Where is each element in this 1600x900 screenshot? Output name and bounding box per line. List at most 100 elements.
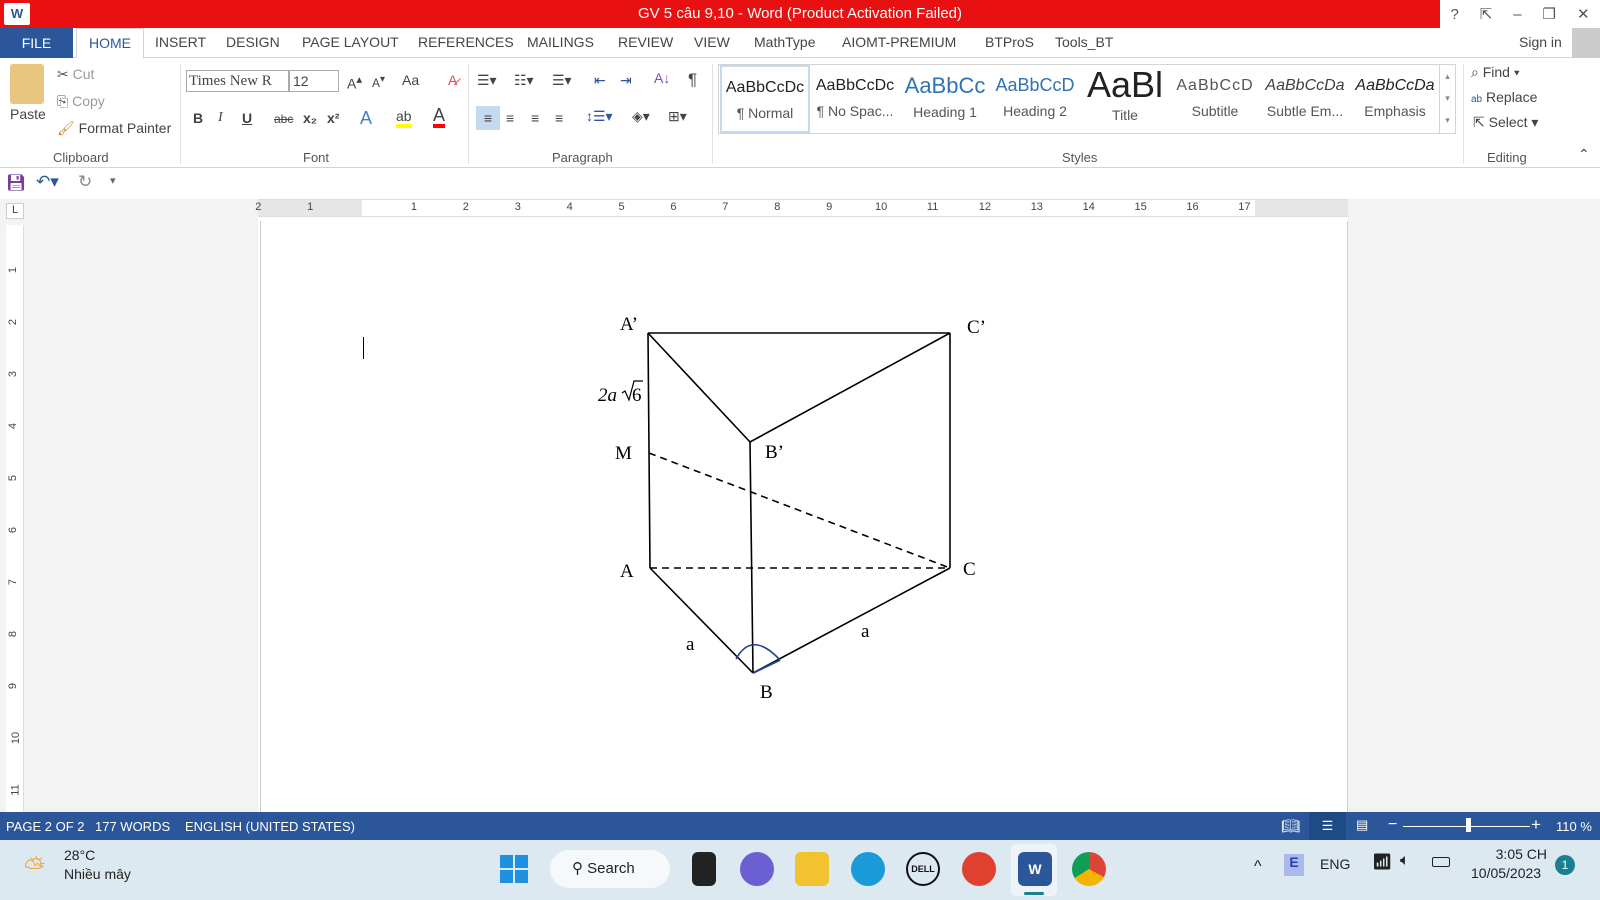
ccleaner-icon[interactable] — [962, 852, 996, 886]
tab-design[interactable]: DESIGN — [226, 34, 280, 50]
style-no-spacing[interactable]: AaBbCcDc ¶ No Spac... — [810, 65, 900, 133]
bullets-icon[interactable]: ☰▾ — [477, 72, 497, 89]
strikethrough-button[interactable]: abc — [274, 112, 293, 126]
numbering-icon[interactable]: ☷▾ — [514, 72, 534, 89]
paste-icon[interactable] — [10, 64, 44, 104]
gallery-scroll[interactable]: ▴ ▾ ▾ — [1439, 65, 1455, 133]
web-layout-icon[interactable]: ▤ — [1356, 817, 1368, 833]
tab-references[interactable]: REFERENCES — [418, 34, 514, 50]
user-avatar[interactable] — [1572, 28, 1600, 58]
font-color-icon[interactable]: A — [433, 106, 446, 128]
battery-icon[interactable] — [1432, 857, 1450, 867]
print-layout-icon[interactable]: ☰ — [1309, 812, 1346, 840]
close-icon[interactable]: ✕ — [1577, 5, 1590, 23]
notification-badge[interactable]: 1 — [1555, 855, 1575, 875]
input-language[interactable]: ENG — [1320, 856, 1350, 872]
grow-font-icon[interactable]: A▴ — [347, 72, 362, 92]
vertical-ruler[interactable]: 1 2 3 4 5 6 7 8 9 10 11 — [6, 225, 24, 812]
start-button[interactable] — [497, 852, 531, 886]
help-icon[interactable]: ? — [1450, 6, 1458, 23]
tab-view[interactable]: VIEW — [694, 34, 730, 50]
decrease-indent-icon[interactable]: ⇤ — [594, 72, 606, 89]
weather-cloud-icon[interactable]: ⛅︎ — [24, 852, 45, 884]
read-mode-icon[interactable]: 📖︎ — [1281, 817, 1300, 835]
style-title[interactable]: AaBl Title — [1080, 65, 1170, 133]
wifi-icon[interactable]: 📶︎ — [1372, 852, 1392, 872]
edge-icon[interactable] — [851, 852, 885, 886]
style-subtle-emphasis[interactable]: AaBbCcDa Subtle Em... — [1260, 65, 1350, 133]
customize-qat-icon[interactable]: ▾ — [110, 174, 116, 187]
clear-formatting-icon[interactable]: A̷ — [448, 72, 457, 88]
zoom-level[interactable]: 110 % — [1556, 819, 1592, 834]
font-name-combobox[interactable]: Times New R — [186, 70, 289, 92]
document-page[interactable] — [260, 221, 1348, 812]
copy-button[interactable]: ⎘ Copy — [57, 93, 105, 110]
search-box[interactable]: ⚲ Search — [550, 850, 670, 888]
line-spacing-icon[interactable]: ↕☰▾ — [586, 108, 613, 125]
find-button[interactable]: ⌕ Find ▾ — [1471, 64, 1520, 81]
teams-chat-icon[interactable] — [740, 852, 774, 886]
select-button[interactable]: ⇱ Select ▾ — [1473, 114, 1538, 131]
word-taskbar-icon[interactable]: W — [1018, 852, 1052, 886]
unikey-icon[interactable]: E — [1284, 854, 1304, 876]
tab-home[interactable]: HOME — [76, 28, 144, 59]
replace-button[interactable]: ab Replace — [1471, 89, 1537, 105]
volume-icon[interactable]: 🔈︎ — [1400, 852, 1410, 870]
restore-icon[interactable]: ❐ — [1543, 5, 1556, 23]
borders-icon[interactable]: ⊞▾ — [668, 108, 687, 125]
multilevel-list-icon[interactable]: ☰▾ — [552, 72, 572, 89]
tab-aiomt-premium[interactable]: AIOMT-PREMIUM — [842, 34, 956, 50]
style-normal[interactable]: AaBbCcDc ¶ Normal — [720, 65, 810, 133]
bold-button[interactable]: B — [193, 110, 203, 126]
cut-button[interactable]: ✂ Cut — [57, 66, 94, 83]
page-count[interactable]: PAGE 2 OF 2 — [6, 819, 85, 834]
tab-tools-bt[interactable]: Tools_BT — [1055, 34, 1113, 50]
align-left-button[interactable]: ≡ — [476, 106, 500, 130]
tab-btpros[interactable]: BTProS — [985, 34, 1034, 50]
justify-button[interactable]: ≡ — [555, 110, 563, 126]
tab-insert[interactable]: INSERT — [155, 34, 206, 50]
weather-desc[interactable]: Nhiều mây — [64, 866, 131, 882]
weather-temp[interactable]: 28°C — [64, 847, 95, 863]
style-subtitle[interactable]: AaBbCcD Subtitle — [1170, 65, 1260, 133]
language-status[interactable]: ENGLISH (UNITED STATES) — [185, 819, 355, 834]
tab-file[interactable]: FILE — [0, 28, 73, 58]
zoom-out-button[interactable]: − — [1388, 816, 1397, 834]
style-heading-2[interactable]: AaBbCcD Heading 2 — [990, 65, 1080, 133]
font-size-combobox[interactable]: 12 — [289, 70, 339, 92]
word-count[interactable]: 177 WORDS — [95, 819, 170, 834]
shrink-font-icon[interactable]: A▾ — [372, 74, 385, 90]
highlight-icon[interactable]: ab — [396, 108, 412, 128]
align-center-button[interactable]: ≡ — [506, 110, 514, 126]
horizontal-ruler[interactable]: 2 1 1 2 3 4 5 6 7 8 9 10 11 12 13 14 15 16 17 — [255, 199, 1348, 217]
zoom-slider-thumb[interactable] — [1466, 818, 1472, 832]
subscript-button[interactable]: x₂ — [303, 110, 317, 126]
tab-selector[interactable]: L — [6, 203, 24, 219]
tab-mathtype[interactable]: MathType — [754, 34, 815, 50]
minimize-icon[interactable]: – — [1513, 6, 1521, 23]
undo-icon[interactable]: ↶▾ — [36, 172, 59, 192]
tab-review[interactable]: REVIEW — [618, 34, 673, 50]
redo-icon[interactable]: ↻ — [78, 172, 92, 192]
ribbon-display-icon[interactable]: ⇱ — [1480, 5, 1493, 23]
paste-button[interactable]: Paste — [10, 106, 46, 122]
save-icon[interactable]: 💾︎ — [6, 173, 26, 193]
align-right-button[interactable]: ≡ — [531, 110, 539, 126]
tab-page-layout[interactable]: PAGE LAYOUT — [302, 34, 399, 50]
text-effects-icon[interactable]: A — [360, 108, 372, 129]
chrome-icon[interactable] — [1072, 852, 1106, 886]
file-explorer-icon[interactable] — [795, 852, 829, 886]
dell-icon[interactable]: DELL — [906, 852, 940, 886]
italic-button[interactable]: I — [218, 110, 223, 126]
collapse-ribbon-icon[interactable]: ⌃ — [1578, 146, 1590, 163]
style-heading-1[interactable]: AaBbCc Heading 1 — [900, 65, 990, 133]
zoom-in-button[interactable]: + — [1531, 815, 1541, 835]
sort-icon[interactable]: A↓ — [654, 70, 670, 86]
superscript-button[interactable]: x² — [327, 110, 339, 126]
change-case-button[interactable]: Aa — [402, 72, 419, 88]
underline-button[interactable]: U — [242, 110, 252, 126]
sign-in-link[interactable]: Sign in — [1519, 34, 1562, 50]
show-hidden-icons-chevron[interactable]: ^ — [1254, 858, 1262, 876]
shading-icon[interactable]: ◈▾ — [632, 108, 650, 125]
format-painter-button[interactable]: 🖌 Format Painter — [57, 120, 171, 137]
